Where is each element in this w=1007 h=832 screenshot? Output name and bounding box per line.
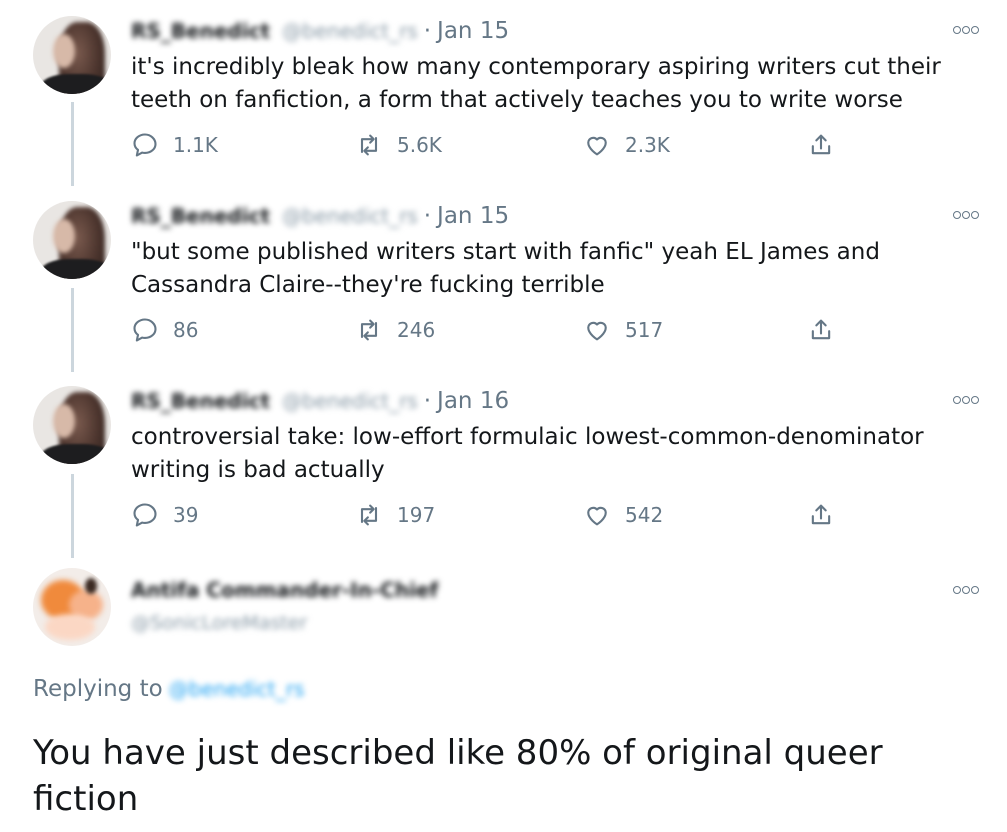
- avatar[interactable]: [33, 201, 111, 279]
- more-dots-icon[interactable]: [952, 207, 979, 223]
- separator: ·: [423, 203, 432, 229]
- tweet-text: controversial take: low-effort formulaic…: [131, 424, 924, 483]
- author-handle[interactable]: @benedict_rs: [282, 204, 418, 228]
- like-button[interactable]: 2.3K: [583, 131, 670, 159]
- author-name[interactable]: Antifa Commander-In-Chief: [131, 578, 438, 602]
- speech-bubble-icon: [133, 503, 157, 527]
- share-upload-icon: [811, 319, 831, 340]
- author-handle[interactable]: @benedict_rs: [282, 389, 418, 413]
- retweet-icon: [360, 504, 378, 526]
- like-count: 542: [625, 503, 664, 527]
- reply-text: You have just described like 80% of orig…: [33, 733, 883, 819]
- reply-button[interactable]: 1.1K: [131, 131, 218, 159]
- heart-icon: [587, 136, 607, 156]
- author-name[interactable]: RS_Benedict: [131, 19, 270, 43]
- reply-count: 39: [173, 503, 199, 527]
- retweet-count: 197: [397, 503, 436, 527]
- tweet-text: "but some published writers start with f…: [131, 239, 880, 298]
- heart-icon: [587, 321, 607, 341]
- tweet-actions: 1.1K 5.6K 2.3K: [0, 131, 1007, 165]
- avatar[interactable]: [33, 568, 111, 646]
- reply-button[interactable]: 86: [131, 316, 198, 344]
- share-upload-icon: [811, 504, 831, 525]
- replying-to: Replying to @benedict_rs: [33, 676, 304, 702]
- retweet-count: 246: [397, 318, 436, 342]
- speech-bubble-icon: [133, 318, 157, 342]
- author-handle[interactable]: @SonicLoreMaster: [131, 612, 307, 634]
- retweet-icon: [360, 319, 378, 341]
- author-name[interactable]: RS_Benedict: [131, 204, 270, 228]
- more-dots-icon[interactable]: [952, 392, 979, 408]
- retweet-icon: [360, 134, 378, 156]
- tweet-text: it's incredibly bleak how many contempor…: [131, 54, 941, 113]
- share-button[interactable]: [807, 316, 849, 344]
- more-dots-icon[interactable]: [952, 582, 979, 598]
- like-count: 517: [625, 318, 664, 342]
- like-button[interactable]: 517: [583, 316, 663, 344]
- reply-count: 1.1K: [173, 133, 218, 157]
- share-button[interactable]: [807, 131, 849, 159]
- author-handle[interactable]: @benedict_rs: [282, 19, 418, 43]
- avatar[interactable]: [33, 386, 111, 464]
- speech-bubble-icon: [133, 133, 157, 157]
- more-dots-icon[interactable]: [952, 22, 979, 38]
- share-upload-icon: [811, 134, 831, 155]
- separator: ·: [423, 388, 432, 414]
- retweet-button[interactable]: 5.6K: [355, 131, 442, 159]
- replying-label: Replying to: [33, 676, 163, 702]
- tweet-date[interactable]: Jan 15: [437, 203, 509, 229]
- tweet-header: RS_Benedict @benedict_rs · Jan 15: [131, 201, 509, 231]
- like-button[interactable]: 542: [583, 501, 663, 529]
- tweet-actions: 39 197 542: [0, 501, 1007, 535]
- retweet-button[interactable]: 246: [355, 316, 435, 344]
- reply-count: 86: [173, 318, 199, 342]
- retweet-button[interactable]: 197: [355, 501, 435, 529]
- tweet-header: RS_Benedict @benedict_rs · Jan 16: [131, 386, 509, 416]
- tweet-date[interactable]: Jan 15: [437, 18, 509, 44]
- author-name[interactable]: RS_Benedict: [131, 389, 270, 413]
- avatar[interactable]: [33, 16, 111, 94]
- replying-mention[interactable]: @benedict_rs: [169, 677, 305, 701]
- tweet-header: RS_Benedict @benedict_rs · Jan 15: [131, 16, 509, 46]
- tweet-date[interactable]: Jan 16: [437, 388, 509, 414]
- reply-button[interactable]: 39: [131, 501, 198, 529]
- share-button[interactable]: [807, 501, 849, 529]
- separator: ·: [423, 18, 432, 44]
- retweet-count: 5.6K: [397, 133, 442, 157]
- heart-icon: [587, 506, 607, 526]
- like-count: 2.3K: [625, 133, 670, 157]
- tweet-actions: 86 246 517: [0, 316, 1007, 350]
